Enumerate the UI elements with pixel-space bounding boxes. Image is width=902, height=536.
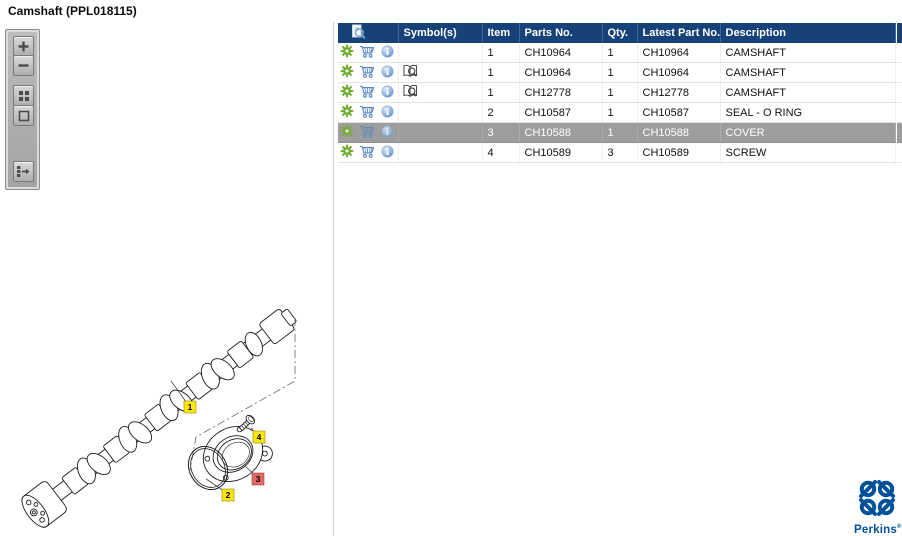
cell-description: SEAL - O RING <box>720 102 896 123</box>
callout-1[interactable]: 1 <box>183 400 197 414</box>
callout-4[interactable]: 4 <box>252 430 266 444</box>
callout-1-label: 1 <box>188 402 193 412</box>
cell-latest-part-no: CH10964 <box>637 43 721 63</box>
column-header-latest-part-no: Latest Part No. <box>637 23 721 43</box>
info-icon[interactable] <box>381 65 394 81</box>
perkins-monogram-icon <box>859 480 895 516</box>
column-header-symbols: Symbol(s) <box>398 23 483 43</box>
page-title: Camshaft (PPL018115) <box>8 4 137 18</box>
configure-icon[interactable] <box>340 44 354 61</box>
info-icon[interactable] <box>381 105 394 121</box>
cell-parts-no: CH10587 <box>519 102 603 123</box>
cell-description: SCREW <box>720 142 896 163</box>
add-to-cart-icon[interactable] <box>359 125 376 141</box>
cell-description: COVER <box>720 122 896 143</box>
callout-4-label: 4 <box>257 432 262 442</box>
cell-item: 1 <box>482 43 520 63</box>
book-search-icon[interactable] <box>402 84 419 102</box>
configure-icon[interactable] <box>340 104 354 121</box>
table-row[interactable]: 4 CH10589 3 CH10589 SCREW <box>338 142 896 163</box>
configure-icon[interactable] <box>340 144 354 161</box>
column-header-description: Description <box>720 23 896 43</box>
cell-qty: 1 <box>602 62 638 83</box>
cell-description: CAMSHAFT <box>720 82 896 103</box>
callout-2-label: 2 <box>226 490 231 500</box>
add-to-cart-icon[interactable] <box>359 85 376 101</box>
column-header-qty: Qty. <box>602 23 638 43</box>
info-icon[interactable] <box>381 125 394 141</box>
perkins-logo: Perkins® <box>854 478 902 536</box>
callout-2[interactable]: 2 <box>221 488 235 502</box>
cell-latest-part-no: CH10587 <box>637 102 721 123</box>
cell-latest-part-no: CH12778 <box>637 82 721 103</box>
camshaft-drawing <box>21 308 297 528</box>
cell-qty: 1 <box>602 82 638 103</box>
cell-parts-no: CH10964 <box>519 62 603 83</box>
cell-item: 1 <box>482 62 520 83</box>
add-to-cart-icon[interactable] <box>359 45 376 61</box>
cell-parts-no: CH12778 <box>519 82 603 103</box>
parts-table: Symbol(s) Item Parts No. Qty. Latest Par… <box>338 23 896 163</box>
table-row[interactable]: 3 CH10588 1 CH10588 COVER <box>338 122 896 143</box>
cell-parts-no: CH10589 <box>519 142 603 163</box>
registered-mark: ® <box>896 524 902 531</box>
info-icon[interactable] <box>381 145 394 161</box>
cell-description: CAMSHAFT <box>720 62 896 83</box>
column-header-item: Item <box>482 23 520 43</box>
cell-latest-part-no: CH10964 <box>637 62 721 83</box>
table-header-row: Symbol(s) Item Parts No. Qty. Latest Par… <box>338 23 896 43</box>
configure-icon[interactable] <box>340 124 354 141</box>
configure-icon[interactable] <box>340 64 354 81</box>
cell-parts-no: CH10588 <box>519 122 603 143</box>
configure-icon[interactable] <box>340 84 354 101</box>
cell-latest-part-no: CH10588 <box>637 122 721 143</box>
document-search-icon[interactable] <box>350 24 366 43</box>
cell-qty: 1 <box>602 102 638 123</box>
column-header-preview <box>338 23 399 43</box>
table-row[interactable]: 1 CH12778 1 CH12778 CAMSHAFT <box>338 82 896 103</box>
table-row[interactable]: 1 CH10964 1 CH10964 CAMSHAFT <box>338 62 896 83</box>
add-to-cart-icon[interactable] <box>359 105 376 121</box>
table-row[interactable]: 2 CH10587 1 CH10587 SEAL - O RING <box>338 102 896 123</box>
column-header-parts-no: Parts No. <box>519 23 603 43</box>
table-row[interactable]: 1 CH10964 1 CH10964 CAMSHAFT <box>338 43 896 63</box>
perkins-logo-text: Perkins <box>854 524 897 536</box>
info-icon[interactable] <box>381 85 394 101</box>
add-to-cart-icon[interactable] <box>359 145 376 161</box>
cell-item: 2 <box>482 102 520 123</box>
add-to-cart-icon[interactable] <box>359 65 376 81</box>
cell-item: 4 <box>482 142 520 163</box>
cell-item: 3 <box>482 122 520 143</box>
panel-divider <box>333 22 334 536</box>
callout-3-label: 3 <box>256 474 261 484</box>
table-edge-column <box>897 23 902 163</box>
cell-latest-part-no: CH10589 <box>637 142 721 163</box>
cell-qty: 1 <box>602 43 638 63</box>
title-bar: Camshaft (PPL018115) <box>0 0 902 22</box>
cell-description: CAMSHAFT <box>720 43 896 63</box>
parts-diagram: 1 2 3 4 <box>21 308 297 528</box>
cell-qty: 3 <box>602 142 638 163</box>
book-search-icon[interactable] <box>402 64 419 82</box>
cell-qty: 1 <box>602 122 638 143</box>
cell-parts-no: CH10964 <box>519 43 603 63</box>
callout-3[interactable]: 3 <box>251 472 265 486</box>
info-icon[interactable] <box>381 45 394 61</box>
cell-item: 1 <box>482 82 520 103</box>
